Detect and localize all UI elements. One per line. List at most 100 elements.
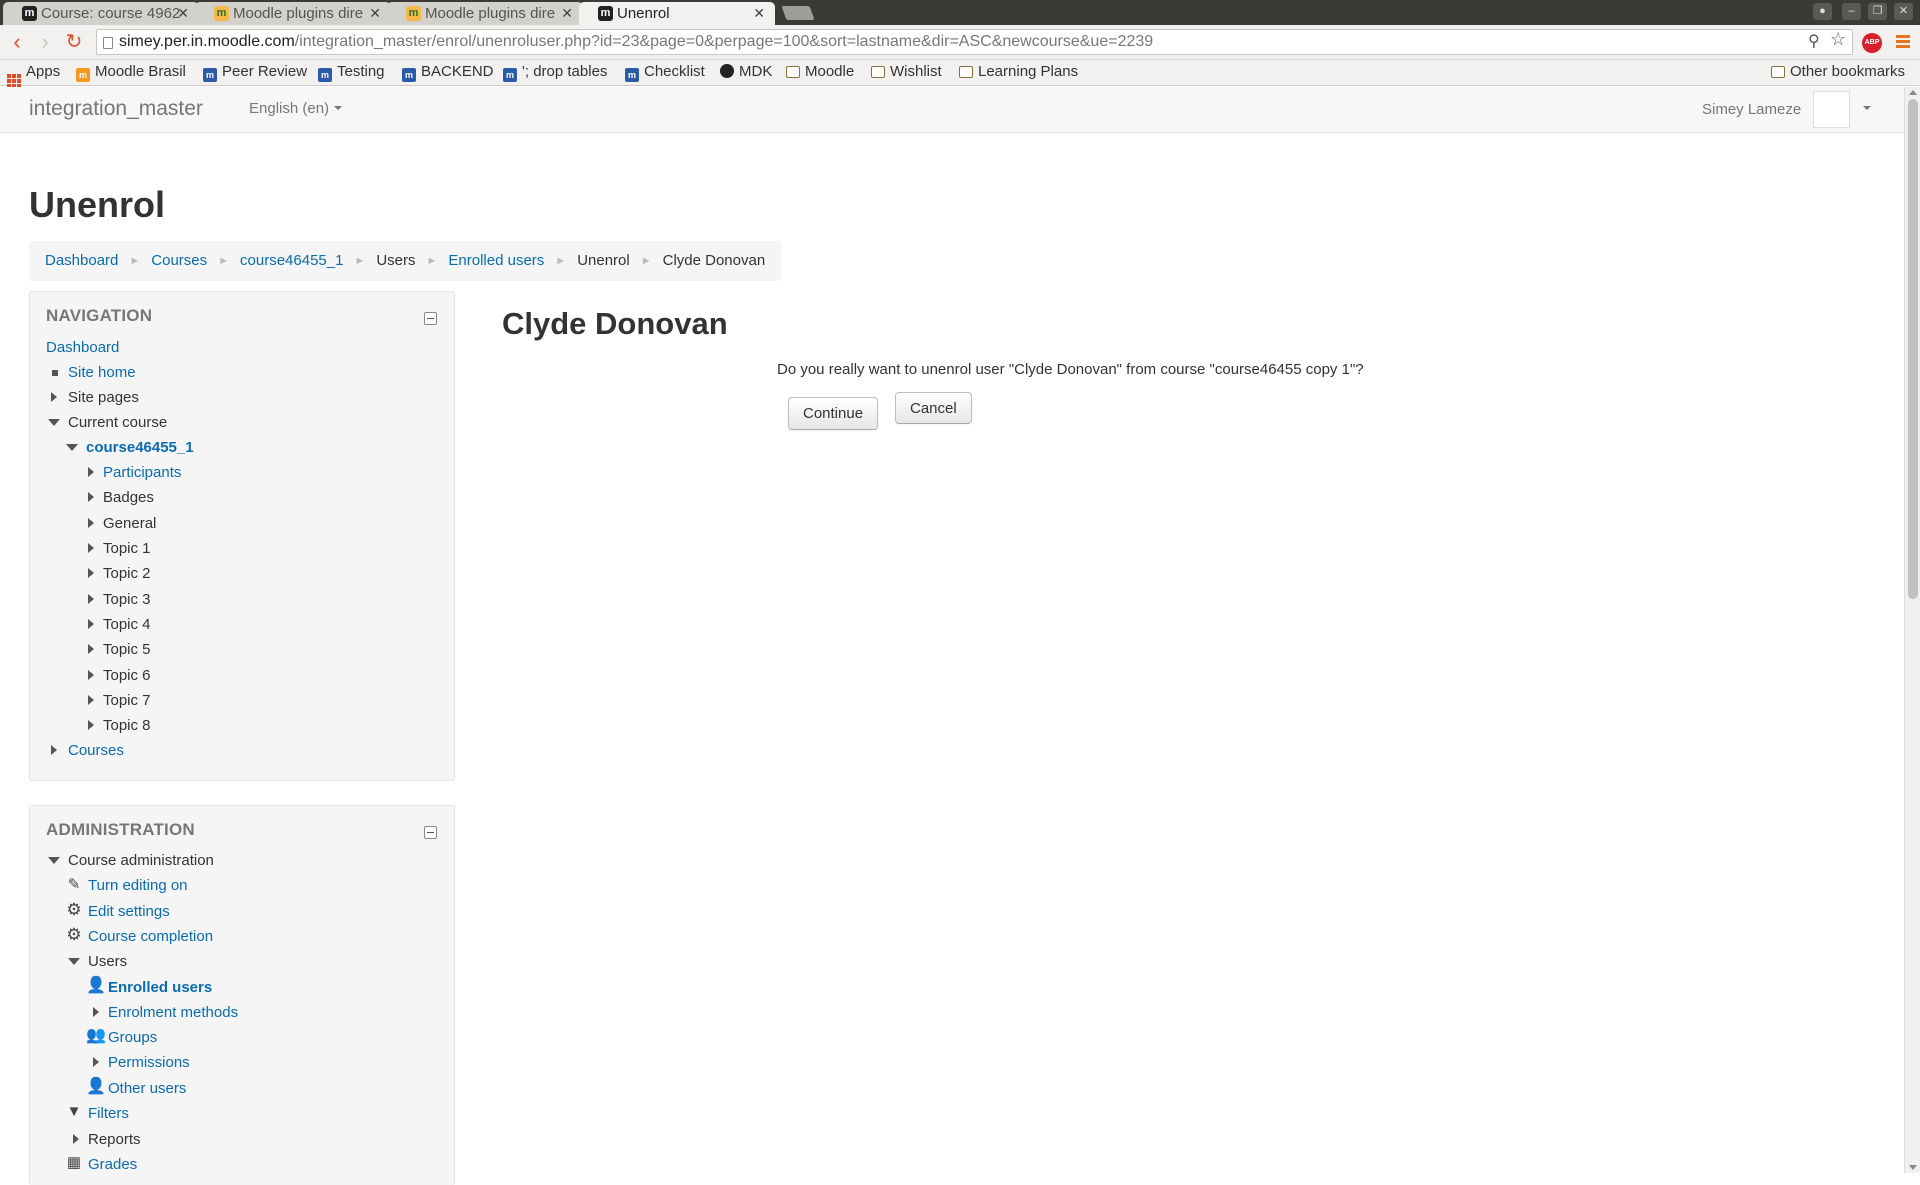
nav-course-topic-5[interactable]: Topic 5 — [88, 641, 151, 658]
browser-tab[interactable]: m Moodle plugins dire ✕ — [387, 2, 583, 25]
admin-enrolled-users[interactable]: 👤 Enrolled users — [86, 978, 212, 997]
bookmark-backend[interactable]: m BACKEND — [402, 63, 494, 82]
breadcrumb-courses[interactable]: Courses — [151, 252, 207, 269]
address-bar[interactable]: simey.per.in.moodle.com/integration_mast… — [96, 29, 1853, 55]
admin-filters[interactable]: ▼ Filters — [67, 1104, 129, 1123]
page-title: Unenrol — [29, 184, 166, 225]
bullet-icon — [52, 370, 58, 376]
nav-course-topic-8[interactable]: Topic 8 — [88, 717, 151, 734]
admin-enrolment-methods[interactable]: Enrolment methods — [93, 1004, 238, 1021]
admin-turn-editing-on[interactable]: ✎ Turn editing on — [68, 877, 188, 895]
collapse-block-icon[interactable] — [424, 826, 437, 839]
users-group-icon: 👥 — [86, 1027, 106, 1044]
moodle-favicon-icon: m — [406, 6, 421, 21]
page-scrollbar[interactable] — [1904, 87, 1920, 1173]
bookmark-checklist[interactable]: m Checklist — [625, 63, 705, 82]
scroll-down-icon[interactable] — [1909, 1165, 1917, 1170]
admin-edit-settings[interactable]: ⚙ Edit settings — [66, 901, 169, 920]
bookmark-folder-wishlist[interactable]: Wishlist — [871, 63, 942, 80]
admin-users[interactable]: Users — [68, 953, 127, 970]
bookmarks-bar: Apps m Moodle Brasil m Peer Review m Testin… — [0, 60, 1920, 88]
site-brand[interactable]: integration_master — [29, 97, 203, 121]
moodle-icon: m — [318, 68, 332, 82]
nav-current-course[interactable]: Current course — [48, 414, 167, 431]
tab-title: Course: course 4962 — [41, 5, 181, 22]
tab-close-icon[interactable]: ✕ — [369, 5, 381, 22]
nav-courses[interactable]: Courses — [51, 742, 124, 759]
expand-arrow-icon — [93, 1057, 99, 1067]
reload-icon[interactable]: ↻ — [62, 31, 86, 53]
nav-course-topic-4[interactable]: Topic 4 — [88, 616, 151, 633]
bookmark-peer-review[interactable]: m Peer Review — [203, 63, 307, 82]
nav-course-topic-2[interactable]: Topic 2 — [88, 565, 151, 582]
bookmark-mdk[interactable]: MDK — [720, 63, 772, 80]
bookmark-apps[interactable]: Apps — [7, 63, 60, 88]
nav-course-topic-7[interactable]: Topic 7 — [88, 692, 151, 709]
tab-close-icon[interactable]: ✕ — [561, 5, 573, 22]
nav-site-pages[interactable]: Site pages — [51, 389, 139, 406]
admin-groups[interactable]: 👥 Groups — [86, 1028, 157, 1047]
new-tab-button[interactable] — [781, 6, 815, 20]
bookmark-folder-moodle[interactable]: Moodle — [786, 63, 854, 80]
nav-course[interactable]: course46455_1 — [66, 439, 194, 456]
close-window-icon[interactable]: ✕ — [1894, 3, 1913, 20]
adblock-icon[interactable]: ABP — [1862, 33, 1882, 53]
scroll-up-icon[interactable] — [1909, 90, 1917, 95]
admin-reports[interactable]: Reports — [73, 1131, 141, 1148]
administration-block: ADMINISTRATION Course administration ✎ T… — [29, 805, 455, 1185]
url-host: simey.per.in.moodle.com — [119, 33, 295, 50]
expand-arrow-icon — [88, 619, 94, 629]
breadcrumb-enrolled-users[interactable]: Enrolled users — [448, 252, 544, 269]
minimize-icon[interactable]: – — [1842, 3, 1861, 20]
moodle-favicon-icon: m — [22, 6, 37, 21]
bookmark-folder-learning-plans[interactable]: Learning Plans — [959, 63, 1078, 80]
apps-grid-icon — [7, 74, 21, 88]
breadcrumb-user: Clyde Donovan — [662, 252, 766, 269]
cancel-button[interactable]: Cancel — [895, 392, 972, 424]
tab-close-icon[interactable]: ✕ — [177, 5, 189, 22]
navigation-block: NAVIGATION Dashboard Site home Site page… — [29, 291, 455, 781]
nav-site-home[interactable]: Site home — [52, 364, 136, 381]
breadcrumb-dashboard[interactable]: Dashboard — [45, 252, 118, 269]
admin-course-administration[interactable]: Course administration — [48, 852, 214, 869]
nav-course-general[interactable]: General — [88, 515, 156, 532]
browser-tab[interactable]: m Moodle plugins dire ✕ — [195, 2, 391, 25]
moodle-favicon-icon: m — [598, 6, 613, 21]
browser-menu-icon[interactable] — [1896, 35, 1910, 49]
forward-icon[interactable]: › — [33, 31, 57, 53]
admin-other-users[interactable]: 👤 Other users — [86, 1079, 186, 1098]
url-path: /integration_master/enrol/unenroluser.ph… — [294, 33, 1154, 50]
nav-dashboard[interactable]: Dashboard — [46, 339, 119, 356]
language-menu[interactable]: English (en) — [249, 100, 343, 117]
bookmark-drop-tables[interactable]: m '; drop tables — [503, 63, 607, 82]
admin-grades[interactable]: ▦ Grades — [67, 1155, 137, 1174]
breadcrumb-separator-icon: ► — [218, 255, 230, 267]
bookmark-moodle-brasil[interactable]: m Moodle Brasil — [76, 63, 186, 82]
bookmark-testing[interactable]: m Testing — [318, 63, 385, 82]
scrollbar-thumb[interactable] — [1908, 99, 1918, 599]
browser-tab[interactable]: m Course: course 4962 ✕ — [3, 2, 199, 25]
nav-course-topic-6[interactable]: Topic 6 — [88, 667, 151, 684]
nav-course-topic-1[interactable]: Topic 1 — [88, 540, 151, 557]
continue-button[interactable]: Continue — [788, 397, 879, 430]
folder-icon — [959, 66, 973, 78]
bookmark-other-bookmarks[interactable]: Other bookmarks — [1771, 63, 1905, 80]
admin-permissions[interactable]: Permissions — [93, 1054, 190, 1071]
profile-icon[interactable]: ● — [1813, 3, 1832, 20]
nav-course-badges[interactable]: Badges — [88, 489, 154, 506]
browser-tab-active[interactable]: m Unenrol ✕ — [579, 2, 775, 25]
admin-course-completion[interactable]: ⚙ Course completion — [66, 926, 213, 945]
restore-icon[interactable]: ❐ — [1868, 3, 1887, 20]
back-icon[interactable]: ‹ — [5, 31, 29, 53]
avatar[interactable] — [1813, 91, 1850, 128]
zoom-icon[interactable]: ⚲ — [1808, 31, 1820, 51]
collapse-block-icon[interactable] — [424, 312, 437, 325]
tab-close-icon[interactable]: ✕ — [753, 5, 765, 22]
breadcrumb-course[interactable]: course46455_1 — [240, 252, 343, 269]
user-menu-caret-icon[interactable] — [1863, 106, 1871, 110]
user-name[interactable]: Simey Lameze — [1702, 101, 1801, 118]
nav-course-participants[interactable]: Participants — [88, 464, 181, 481]
pencil-icon: ✎ — [67, 876, 81, 893]
nav-course-topic-3[interactable]: Topic 3 — [88, 591, 151, 608]
bookmark-star-icon[interactable]: ☆ — [1830, 29, 1846, 50]
